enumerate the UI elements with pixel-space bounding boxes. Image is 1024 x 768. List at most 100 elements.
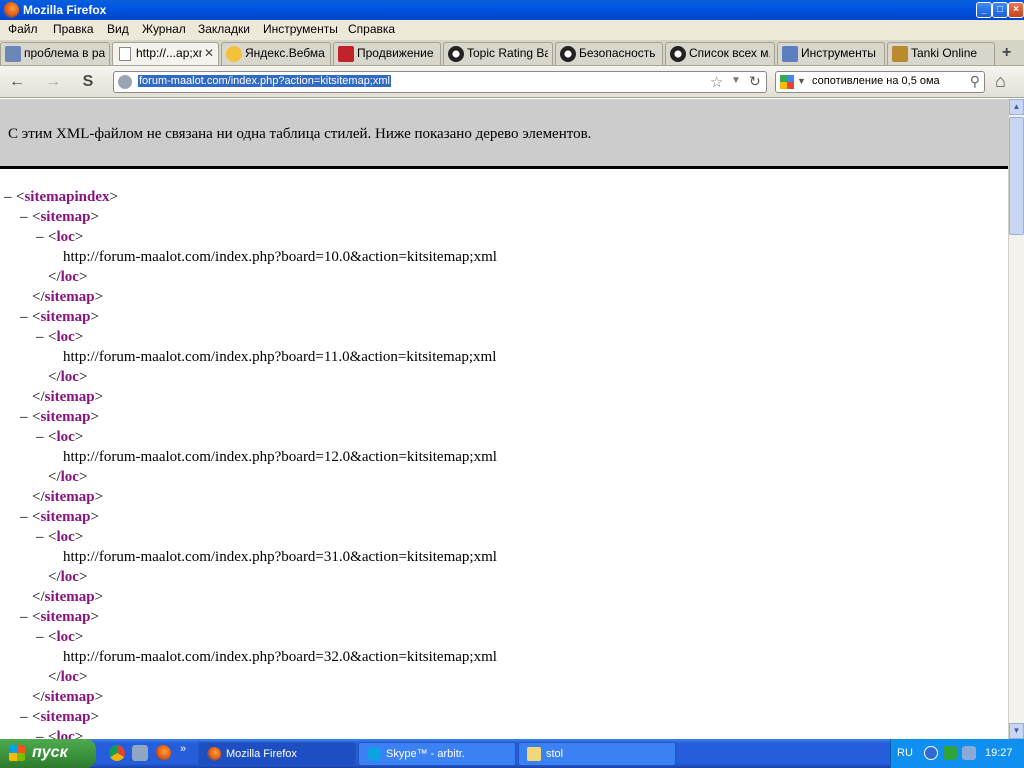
skype-icon bbox=[367, 747, 381, 761]
xml-tag: sitemapindex bbox=[24, 189, 110, 205]
xml-info-banner: С этим XML-файлом не связана ни одна таб… bbox=[0, 99, 1008, 169]
url-dropdown-icon[interactable]: ▼ bbox=[731, 75, 741, 86]
xml-tag: sitemap bbox=[40, 409, 91, 425]
xml-tag: loc bbox=[60, 269, 79, 285]
language-indicator[interactable]: RU bbox=[897, 747, 913, 759]
collapse-toggle[interactable]: – bbox=[20, 507, 28, 527]
new-tab-button[interactable]: + bbox=[1002, 44, 1011, 62]
collapse-toggle[interactable]: – bbox=[20, 207, 28, 227]
url-bar[interactable]: forum-maalot.com/index.php?action=kitsit… bbox=[113, 71, 767, 93]
menu-file[interactable]: Файл bbox=[8, 22, 38, 36]
forward-button[interactable]: → bbox=[42, 72, 64, 92]
chrome-icon[interactable] bbox=[109, 745, 125, 761]
firefox-quicklaunch-icon[interactable] bbox=[155, 745, 171, 761]
xml-tag: sitemap bbox=[44, 689, 95, 705]
tank-icon bbox=[892, 46, 908, 62]
tab-list-all[interactable]: Список всех м... bbox=[665, 42, 775, 65]
task-skype[interactable]: Skype™ - arbitr. bbox=[358, 742, 516, 766]
vertical-scrollbar[interactable]: ▲ ▼ bbox=[1008, 99, 1024, 739]
network-icon[interactable] bbox=[962, 746, 976, 760]
magnifier-icon[interactable]: ⚲ bbox=[970, 73, 980, 90]
bookmark-star-icon[interactable]: ☆ bbox=[710, 73, 723, 91]
menu-bar: Файл Правка Вид Журнал Закладки Инструме… bbox=[0, 20, 1024, 40]
xml-tag: loc bbox=[60, 369, 79, 385]
network-tool-icon[interactable] bbox=[132, 745, 148, 761]
reload-icon[interactable]: ↻ bbox=[749, 73, 761, 90]
collapse-toggle[interactable]: – bbox=[20, 307, 28, 327]
xml-tag: sitemap bbox=[40, 209, 91, 225]
maximize-button[interactable]: □ bbox=[992, 2, 1008, 18]
folder-icon bbox=[527, 747, 541, 761]
tab-tanki-online[interactable]: Tanki Online bbox=[887, 42, 995, 65]
title-bar[interactable]: Mozilla Firefox _ □ × bbox=[0, 0, 1024, 20]
globe-icon bbox=[118, 75, 132, 89]
xml-tag: loc bbox=[56, 429, 75, 445]
minimize-button[interactable]: _ bbox=[976, 2, 992, 18]
search-engine-dropdown-icon[interactable]: ▼ bbox=[797, 76, 806, 86]
menu-view[interactable]: Вид bbox=[107, 22, 129, 36]
xml-tag: loc bbox=[60, 569, 79, 585]
scroll-up-icon[interactable]: ▲ bbox=[1009, 99, 1024, 115]
tab-label: Безопасность bbox=[579, 46, 656, 60]
menu-help[interactable]: Справка bbox=[348, 22, 395, 36]
xml-tag: sitemap bbox=[44, 289, 95, 305]
collapse-toggle[interactable]: – bbox=[20, 407, 28, 427]
xml-tag: loc bbox=[56, 329, 75, 345]
tab-label: Topic Rating Ba... bbox=[467, 46, 548, 60]
s-toolbar-icon[interactable]: S bbox=[77, 72, 99, 92]
xml-tag: sitemap bbox=[44, 589, 95, 605]
tray-back-icon[interactable] bbox=[924, 746, 938, 760]
tab-label: Инструменты ... bbox=[801, 46, 880, 60]
scroll-down-icon[interactable]: ▼ bbox=[1009, 723, 1024, 739]
menu-history[interactable]: Журнал bbox=[142, 22, 186, 36]
collapse-toggle[interactable]: – bbox=[36, 627, 44, 647]
xml-tag: loc bbox=[56, 629, 75, 645]
tab-security[interactable]: Безопасность bbox=[555, 42, 663, 65]
task-firefox[interactable]: Mozilla Firefox bbox=[198, 742, 356, 766]
back-button[interactable]: ← bbox=[6, 72, 28, 92]
xml-tag: sitemap bbox=[40, 309, 91, 325]
taskbar: пуск » Mozilla Firefox Skype™ - arbitr. … bbox=[0, 739, 1024, 768]
start-button[interactable]: пуск bbox=[0, 739, 96, 768]
close-button[interactable]: × bbox=[1008, 2, 1024, 18]
menu-tools[interactable]: Инструменты bbox=[263, 22, 338, 36]
collapse-toggle[interactable]: – bbox=[36, 527, 44, 547]
security-shield-icon[interactable] bbox=[943, 746, 957, 760]
tab-topic-rating[interactable]: Topic Rating Ba... bbox=[443, 42, 553, 65]
task-stol-folder[interactable]: stol bbox=[518, 742, 676, 766]
window-title: Mozilla Firefox bbox=[23, 3, 107, 17]
google-icon[interactable] bbox=[780, 75, 794, 89]
collapse-toggle[interactable]: – bbox=[36, 327, 44, 347]
loc-value: http://forum-maalot.com/index.php?board=… bbox=[63, 649, 497, 665]
tab-promotion[interactable]: Продвижение ... bbox=[333, 42, 441, 65]
nested-forum-icon bbox=[5, 46, 21, 62]
tab-sitemap-xml[interactable]: http://...ap;xml ✕ bbox=[112, 42, 219, 65]
search-input[interactable]: сопотивление на 0,5 ома bbox=[812, 75, 940, 87]
collapse-toggle[interactable]: – bbox=[4, 187, 12, 207]
quicklaunch-expand-icon[interactable]: » bbox=[180, 743, 186, 755]
tab-forum-problem[interactable]: проблема в ра... bbox=[0, 42, 110, 65]
menu-bookmarks[interactable]: Закладки bbox=[198, 22, 250, 36]
xml-tag: loc bbox=[56, 729, 75, 739]
firefox-icon bbox=[3, 2, 19, 18]
collapse-toggle[interactable]: – bbox=[36, 727, 44, 739]
xml-tag: sitemap bbox=[40, 609, 91, 625]
menu-edit[interactable]: Правка bbox=[53, 22, 94, 36]
panda-icon bbox=[448, 46, 464, 62]
tab-label: http://...ap;xml bbox=[136, 46, 202, 60]
task-label: Skype™ - arbitr. bbox=[386, 748, 465, 760]
home-icon[interactable]: ⌂ bbox=[995, 71, 1006, 92]
firefox-icon bbox=[207, 747, 221, 761]
blank-page-icon bbox=[119, 47, 131, 61]
tab-tools[interactable]: Инструменты ... bbox=[777, 42, 885, 65]
close-tab-icon[interactable]: ✕ bbox=[204, 43, 214, 64]
search-bar[interactable]: ▼ сопотивление на 0,5 ома ⚲ bbox=[775, 71, 985, 93]
collapse-toggle[interactable]: – bbox=[36, 427, 44, 447]
scroll-thumb[interactable] bbox=[1009, 117, 1024, 235]
collapse-toggle[interactable]: – bbox=[20, 707, 28, 727]
collapse-toggle[interactable]: – bbox=[20, 607, 28, 627]
url-text[interactable]: forum-maalot.com/index.php?action=kitsit… bbox=[138, 75, 391, 87]
collapse-toggle[interactable]: – bbox=[36, 227, 44, 247]
loc-value: http://forum-maalot.com/index.php?board=… bbox=[63, 449, 497, 465]
tab-yandex-webmaster[interactable]: Яндекс.Вебма... bbox=[221, 42, 331, 65]
